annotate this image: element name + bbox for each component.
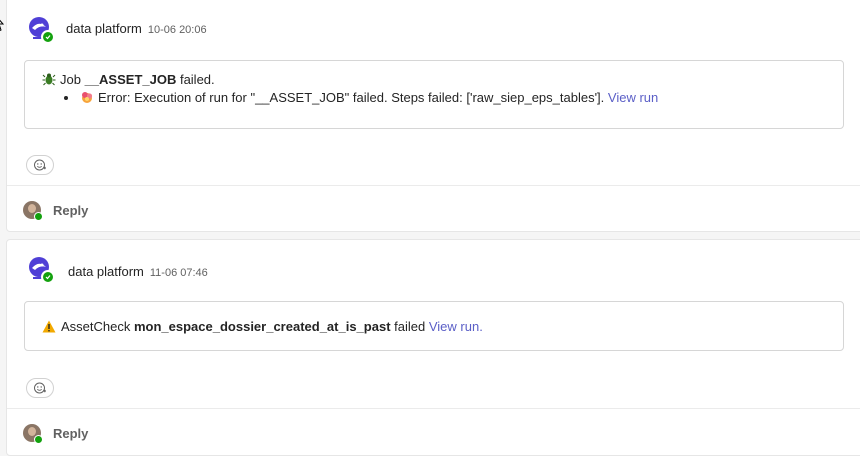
presence-dot-icon (34, 435, 43, 444)
bug-icon (42, 73, 56, 86)
link-period: . (479, 319, 483, 334)
check-name: mon_espace_dossier_created_at_is_past (133, 319, 391, 334)
bot-avatar[interactable] (26, 16, 55, 44)
presence-available-icon (41, 270, 55, 284)
add-reaction-button[interactable] (26, 155, 54, 175)
message-header: data platform 10-06 20:06 (66, 21, 207, 36)
add-reaction-icon (34, 159, 46, 171)
job-name: __ASSET_JOB (84, 72, 177, 87)
reply-button[interactable]: Reply (23, 424, 89, 444)
current-user-avatar (23, 201, 43, 221)
check-suffix: failed (390, 319, 429, 334)
asset-check-line: AssetCheck mon_espace_dossier_created_at… (42, 319, 483, 334)
warning-icon (42, 320, 56, 333)
list-bullet (64, 96, 68, 100)
sender-name[interactable]: data platform (68, 264, 144, 279)
reply-label: Reply (53, 202, 89, 218)
error-burst-icon (82, 92, 93, 103)
presence-dot-icon (34, 212, 43, 221)
job-suffix: failed. (176, 72, 215, 87)
message-timestamp: 11-06 07:46 (149, 267, 208, 279)
message-body: Job __ASSET_JOB failed. Error: Execution… (24, 60, 844, 129)
error-text: Error: Execution of run for "__ASSET_JOB… (98, 90, 608, 105)
message-header: data platform 11-06 07:46 (68, 264, 208, 279)
job-prefix: Job (60, 72, 85, 87)
job-failed-line: Job __ASSET_JOB failed. (42, 72, 215, 87)
add-reaction-icon (34, 382, 46, 394)
add-reaction-button[interactable] (26, 378, 54, 398)
current-user-avatar (23, 424, 43, 444)
sender-name[interactable]: data platform (66, 21, 142, 36)
view-run-link[interactable]: View run (608, 90, 658, 105)
bot-avatar[interactable] (26, 256, 55, 284)
mouse-cursor-icon (0, 19, 4, 32)
presence-available-icon (41, 30, 55, 44)
message-timestamp: 10-06 20:06 (147, 24, 207, 36)
reply-label: Reply (53, 425, 89, 441)
reply-button[interactable]: Reply (23, 201, 89, 221)
message-card-1: data platform 10-06 20:06 Job __ASSET_JOB… (6, 0, 860, 232)
message-card-2: data platform 11-06 07:46 AssetCheck mon_… (6, 239, 860, 456)
message-body: AssetCheck mon_espace_dossier_created_at… (24, 301, 844, 351)
reply-divider (7, 185, 860, 186)
check-prefix: AssetCheck (61, 319, 134, 334)
reply-divider (7, 408, 860, 409)
error-line: Error: Execution of run for "__ASSET_JOB… (80, 90, 658, 105)
view-run-link[interactable]: View run (429, 319, 479, 334)
